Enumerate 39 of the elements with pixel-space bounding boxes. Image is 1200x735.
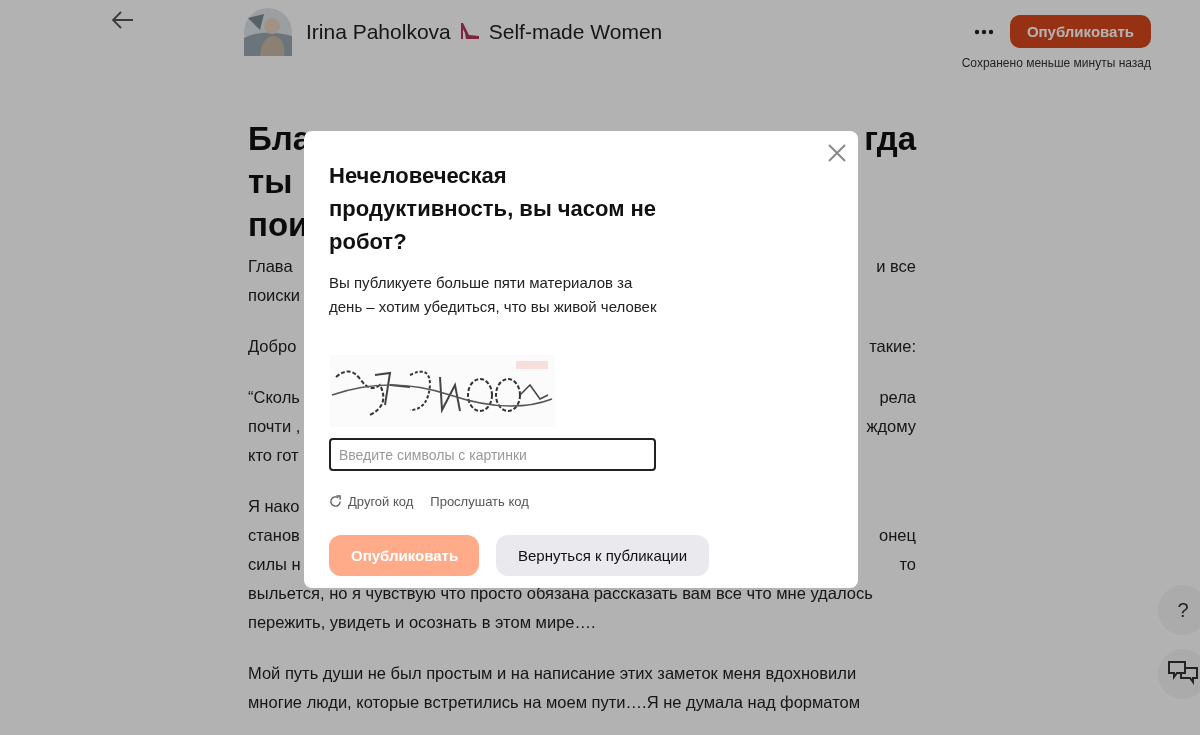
article-text: Мой путь души не был простым и на написание этих заметок меня вдохновили	[248, 663, 857, 684]
close-icon[interactable]	[828, 144, 846, 162]
article-text: ждому	[866, 416, 916, 437]
article-text: силы н	[248, 554, 301, 575]
article-title-text: гда	[864, 119, 916, 159]
more-options-icon[interactable]	[973, 28, 994, 35]
article-text: выльется, но я чувствую что просто обязана рассказать вам все что мне удалось	[248, 583, 873, 604]
article-text: такие:	[869, 336, 916, 357]
author-name[interactable]: Irina Paholkova	[306, 19, 451, 44]
article-text: пережить, увидеть и осознать в этом мире….	[248, 612, 596, 633]
article-text: почти ,	[248, 416, 301, 437]
high-heel-shoe-icon	[458, 20, 481, 41]
chat-bubbles-icon	[1168, 661, 1198, 687]
article-text: и все	[876, 256, 916, 277]
save-status: Сохранено меньше минуты назад	[961, 56, 1151, 70]
article-text: Я нако	[248, 496, 300, 517]
captcha-link[interactable]: Прослушать код	[430, 494, 529, 509]
dialog-title: Нечеловеческая продуктивность, вы часом не робот?	[329, 162, 658, 256]
article-text: то	[899, 554, 916, 575]
refresh-icon[interactable]	[329, 495, 342, 508]
article-text: кто гот	[248, 445, 299, 466]
return-button[interactable]: Вернуться к публикации	[496, 535, 710, 576]
article-text: Добро	[248, 336, 297, 357]
article-text: станов	[248, 525, 300, 546]
help-button[interactable]: ?	[1158, 585, 1200, 635]
article-text: онец	[879, 525, 916, 546]
publish-button[interactable]: Опубликовать	[1009, 15, 1151, 48]
article-text: “Сколь	[248, 387, 300, 408]
back-arrow-icon[interactable]	[112, 10, 134, 29]
article-text: многие люди, которые встретились на моем пути….Я не думала над форматом	[248, 692, 861, 713]
article-text: поиски	[248, 285, 300, 306]
channel-name[interactable]: Self-made Women	[488, 19, 663, 44]
article-text: Глава	[248, 256, 293, 277]
chat-button[interactable]	[1158, 649, 1200, 699]
dialog-description: Вы публикуете больше пяти материалов за день – хотим убедиться, что вы живой человек	[329, 273, 658, 317]
captcha-input-field[interactable]: Введите символы с картинки	[329, 438, 656, 471]
article-title-text: ты	[248, 162, 293, 202]
captcha-link[interactable]: Другой код	[348, 494, 414, 509]
article-text: рела	[879, 387, 916, 408]
